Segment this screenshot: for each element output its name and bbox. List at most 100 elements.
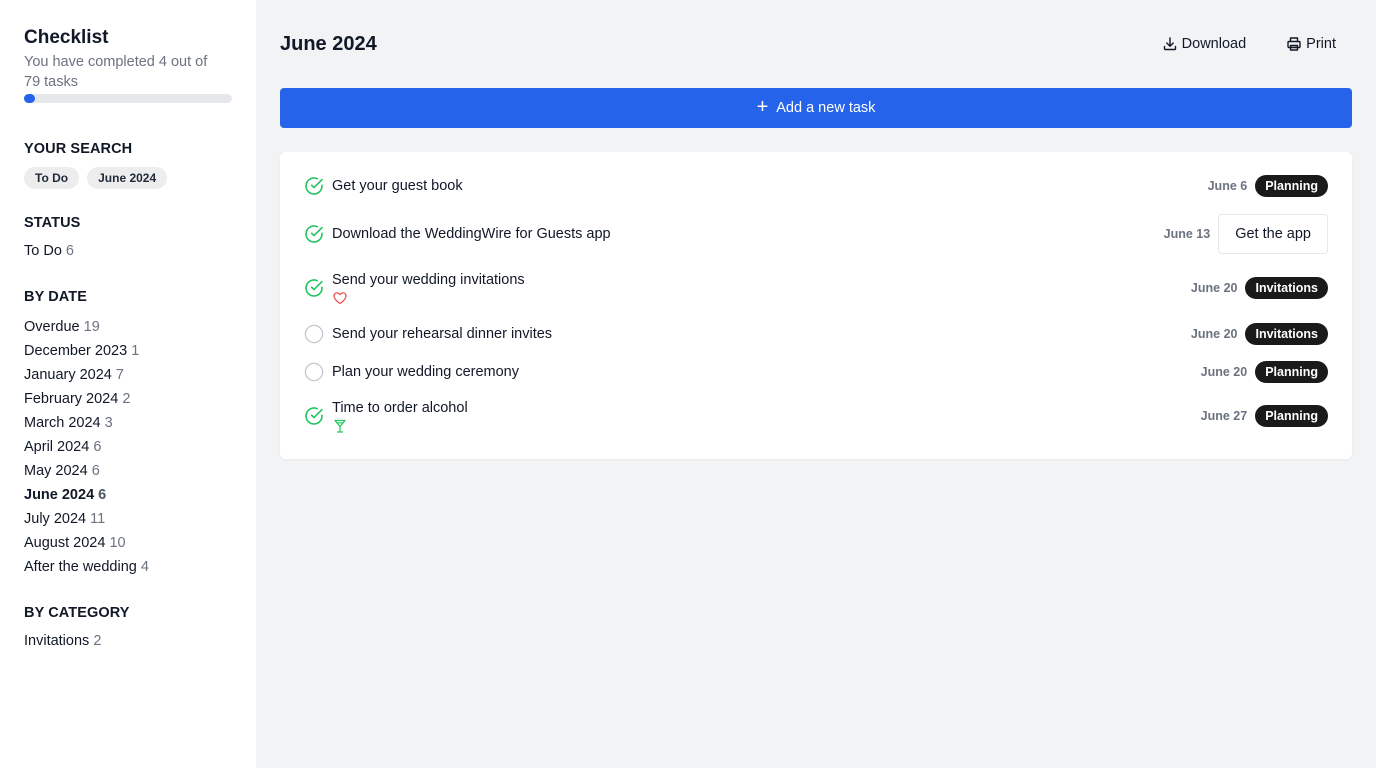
search-chip-date[interactable]: June 2024 [87,167,168,189]
download-label: Download [1181,36,1247,52]
category-list: Invitations 2 [24,629,232,653]
task-date: June 27 [1200,409,1248,423]
add-task-button[interactable]: + Add a new task [280,88,1352,128]
date-item-label: August 2024 [24,535,106,551]
date-item-count: 6 [93,439,102,455]
date-item-label: July 2024 [24,511,87,527]
task-date: June 20 [1190,281,1238,295]
task-date: June 6 [1207,179,1248,193]
progress-bar-fill [24,94,35,103]
task-meta: June 20 Invitations [1191,277,1328,299]
printer-icon [1287,37,1301,51]
search-chips: To Do June 2024 [24,167,232,189]
task-title[interactable]: Get your guest book [332,176,1208,196]
status-item-count: 6 [65,243,74,259]
date-item-count: 4 [140,559,149,575]
date-item-after-wedding[interactable]: After the wedding 4 [24,555,232,579]
date-list: Overdue 19 December 2023 1 January 2024 … [24,315,232,579]
category-heading: BY CATEGORY [24,605,130,621]
task-date: June 20 [1190,327,1238,341]
date-item-count: 10 [109,535,126,551]
task-row: Get your guest book June 6 Planning [304,175,1328,197]
date-item-label: Overdue [24,319,80,335]
get-app-button[interactable]: Get the app [1218,214,1328,254]
date-item-label: February 2024 [24,391,119,407]
task-title[interactable]: Send your wedding invitations [332,270,1191,290]
task-title[interactable]: Send your rehearsal dinner invites [332,324,1191,344]
category-item-invitations[interactable]: Invitations 2 [24,629,232,653]
task-meta: June 6 Planning [1208,175,1328,197]
date-item-january-2024[interactable]: January 2024 7 [24,363,232,387]
task-body: Get your guest book [332,176,1208,196]
plus-icon: + [756,96,769,118]
date-item-label: January 2024 [24,367,112,383]
download-icon [1163,37,1176,51]
task-body: Download the WeddingWire for Guests app [332,224,1164,244]
search-heading: YOUR SEARCH [24,141,133,157]
check-circle-icon[interactable] [304,176,324,196]
print-button[interactable]: Print [1286,33,1336,55]
task-title[interactable]: Plan your wedding ceremony [332,362,1201,382]
category-badge[interactable]: Planning [1255,361,1328,383]
task-row: Download the WeddingWire for Guests app … [304,214,1328,254]
status-list: To Do 6 [24,239,232,263]
task-body: Plan your wedding ceremony [332,362,1201,382]
search-chip-status[interactable]: To Do [24,167,80,189]
task-meta: June 20 Invitations [1191,323,1328,345]
category-badge[interactable]: Planning [1255,175,1328,197]
category-item-count: 2 [93,633,102,649]
add-task-label: Add a new task [776,100,876,116]
check-circle-icon[interactable] [304,224,324,244]
date-item-august-2024[interactable]: August 2024 10 [24,531,232,555]
task-row: Time to order alcohol June 27 Planning [304,398,1328,434]
print-label: Print [1306,36,1336,52]
task-meta: June 13 Get the app [1164,214,1328,254]
check-circle-icon[interactable] [304,278,324,298]
sidebar-title: Checklist [24,27,109,48]
top-actions: Download Print [1162,33,1336,55]
date-item-count: 7 [115,367,124,383]
task-row: Plan your wedding ceremony June 20 Plann… [304,361,1328,383]
download-button[interactable]: Download [1162,33,1247,55]
task-date: June 20 [1200,365,1248,379]
date-item-label: After the wedding [24,559,137,575]
date-item-label: April 2024 [24,439,90,455]
progress-bar [24,94,232,103]
date-heading: BY DATE [24,289,88,305]
task-title[interactable]: Time to order alcohol [332,398,1201,418]
task-row: Send your rehearsal dinner invites June … [304,323,1328,345]
category-badge[interactable]: Invitations [1245,323,1328,345]
date-item-february-2024[interactable]: February 2024 2 [24,387,232,411]
date-item-label: June 2024 [24,487,95,503]
date-item-july-2024[interactable]: July 2024 11 [24,507,232,531]
date-item-december-2023[interactable]: December 2023 1 [24,339,232,363]
task-row: Send your wedding invitations June 20 In… [304,270,1328,306]
date-item-may-2024[interactable]: May 2024 6 [24,459,232,483]
category-item-label: Invitations [24,633,90,649]
date-item-count: 6 [91,463,100,479]
date-item-count: 11 [90,511,106,527]
task-meta: June 27 Planning [1201,405,1328,427]
date-item-june-2024[interactable]: June 2024 6 [24,483,232,507]
date-item-count: 19 [83,319,100,335]
status-item-todo[interactable]: To Do 6 [24,239,232,263]
category-badge[interactable]: Planning [1255,405,1328,427]
task-list: Get your guest book June 6 Planning Down… [280,152,1352,459]
date-item-label: May 2024 [24,463,88,479]
date-item-overdue[interactable]: Overdue 19 [24,315,232,339]
sidebar: Checklist You have completed 4 out of 79… [0,0,256,768]
empty-circle-icon[interactable] [304,362,324,382]
status-heading: STATUS [24,215,81,231]
task-title[interactable]: Download the WeddingWire for Guests app [332,224,1164,244]
cocktail-icon [334,419,346,433]
date-item-count: 2 [122,391,131,407]
task-body: Time to order alcohol [332,398,1201,434]
check-circle-icon[interactable] [304,406,324,426]
task-date: June 13 [1163,227,1211,241]
category-badge[interactable]: Invitations [1245,277,1328,299]
date-item-count: 6 [98,487,107,503]
empty-circle-icon[interactable] [304,324,324,344]
date-item-april-2024[interactable]: April 2024 6 [24,435,232,459]
date-item-march-2024[interactable]: March 2024 3 [24,411,232,435]
task-body: Send your wedding invitations [332,270,1191,306]
